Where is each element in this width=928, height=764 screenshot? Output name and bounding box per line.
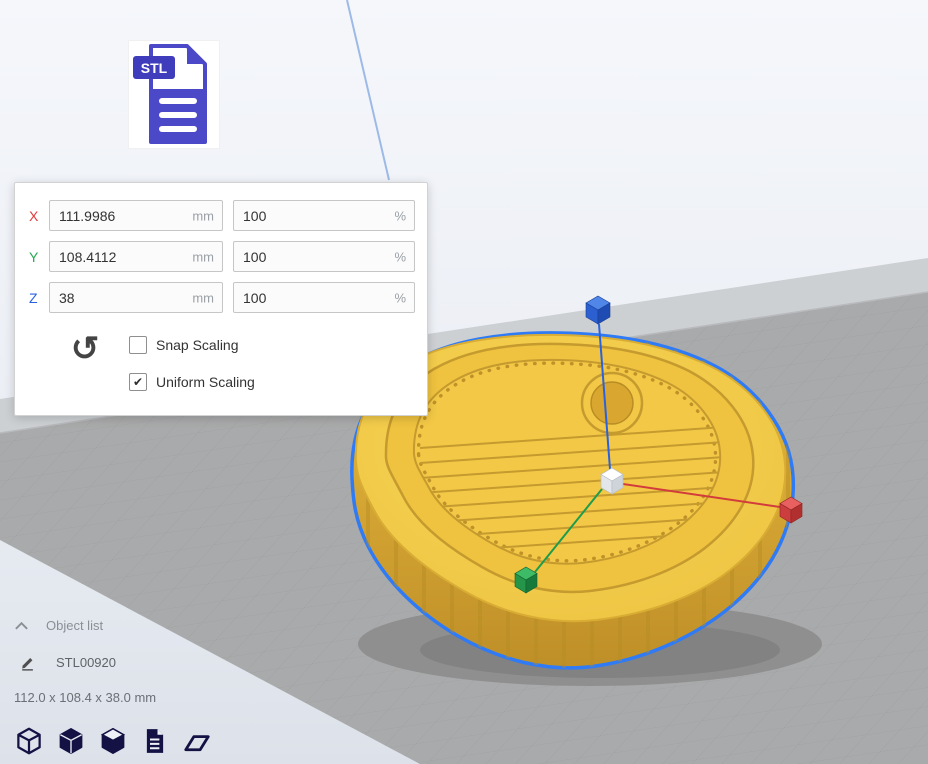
scale-tool-panel: X mm % Y mm % Z mm xyxy=(14,182,428,416)
view-button-2[interactable] xyxy=(54,724,88,758)
chevron-up-icon xyxy=(14,621,29,631)
cube-half-icon xyxy=(98,726,128,756)
snap-scaling-checkbox[interactable] xyxy=(129,336,147,354)
model-dimensions-readout: 112.0 x 108.4 x 38.0 mm xyxy=(14,690,156,705)
view-button-1[interactable] xyxy=(12,724,46,758)
axis-z-label: Z xyxy=(29,290,49,306)
cube-solid-icon xyxy=(56,726,86,756)
view-toolbar xyxy=(12,724,214,758)
document-sheet-icon xyxy=(140,726,170,756)
cube-wireframe-icon xyxy=(14,726,44,756)
stl-file-icon: STL xyxy=(128,40,220,149)
scale-x-size-input[interactable] xyxy=(49,200,223,231)
pencil-icon[interactable] xyxy=(20,654,36,671)
snap-scaling-label[interactable]: Snap Scaling xyxy=(156,337,239,353)
reset-scale-button[interactable]: ↺ xyxy=(63,327,107,371)
scale-row-x: X mm % xyxy=(29,200,415,231)
scale-z-size-input[interactable] xyxy=(49,282,223,313)
object-list-label: Object list xyxy=(46,618,103,633)
scale-z-percent-input[interactable] xyxy=(233,282,415,313)
application-window: STL X mm % Y mm % xyxy=(0,0,928,764)
view-button-3[interactable] xyxy=(96,724,130,758)
uniform-scaling-label[interactable]: Uniform Scaling xyxy=(156,374,255,390)
stl-icon-label: STL xyxy=(141,60,168,76)
model-circle-hole xyxy=(591,382,633,424)
view-button-5[interactable] xyxy=(180,724,214,758)
scale-row-z: Z mm % xyxy=(29,282,415,313)
uniform-scaling-option[interactable]: ✔ Uniform Scaling xyxy=(129,372,255,392)
object-list-toggle[interactable]: Object list xyxy=(14,618,103,633)
scale-y-size-input[interactable] xyxy=(49,241,223,272)
axis-y-label: Y xyxy=(29,249,49,265)
snap-scaling-option[interactable]: Snap Scaling xyxy=(129,335,239,355)
scale-x-percent-input[interactable] xyxy=(233,200,415,231)
scale-row-y: Y mm % xyxy=(29,241,415,272)
view-button-4[interactable] xyxy=(138,724,172,758)
object-row: STL00920 xyxy=(20,654,116,671)
scale-y-percent-input[interactable] xyxy=(233,241,415,272)
object-name: STL00920 xyxy=(56,655,116,670)
stl-file-icon-graphic: STL xyxy=(129,41,219,148)
uniform-scaling-checkbox[interactable]: ✔ xyxy=(129,373,147,391)
plane-tilted-icon xyxy=(182,726,212,756)
axis-x-label: X xyxy=(29,208,49,224)
